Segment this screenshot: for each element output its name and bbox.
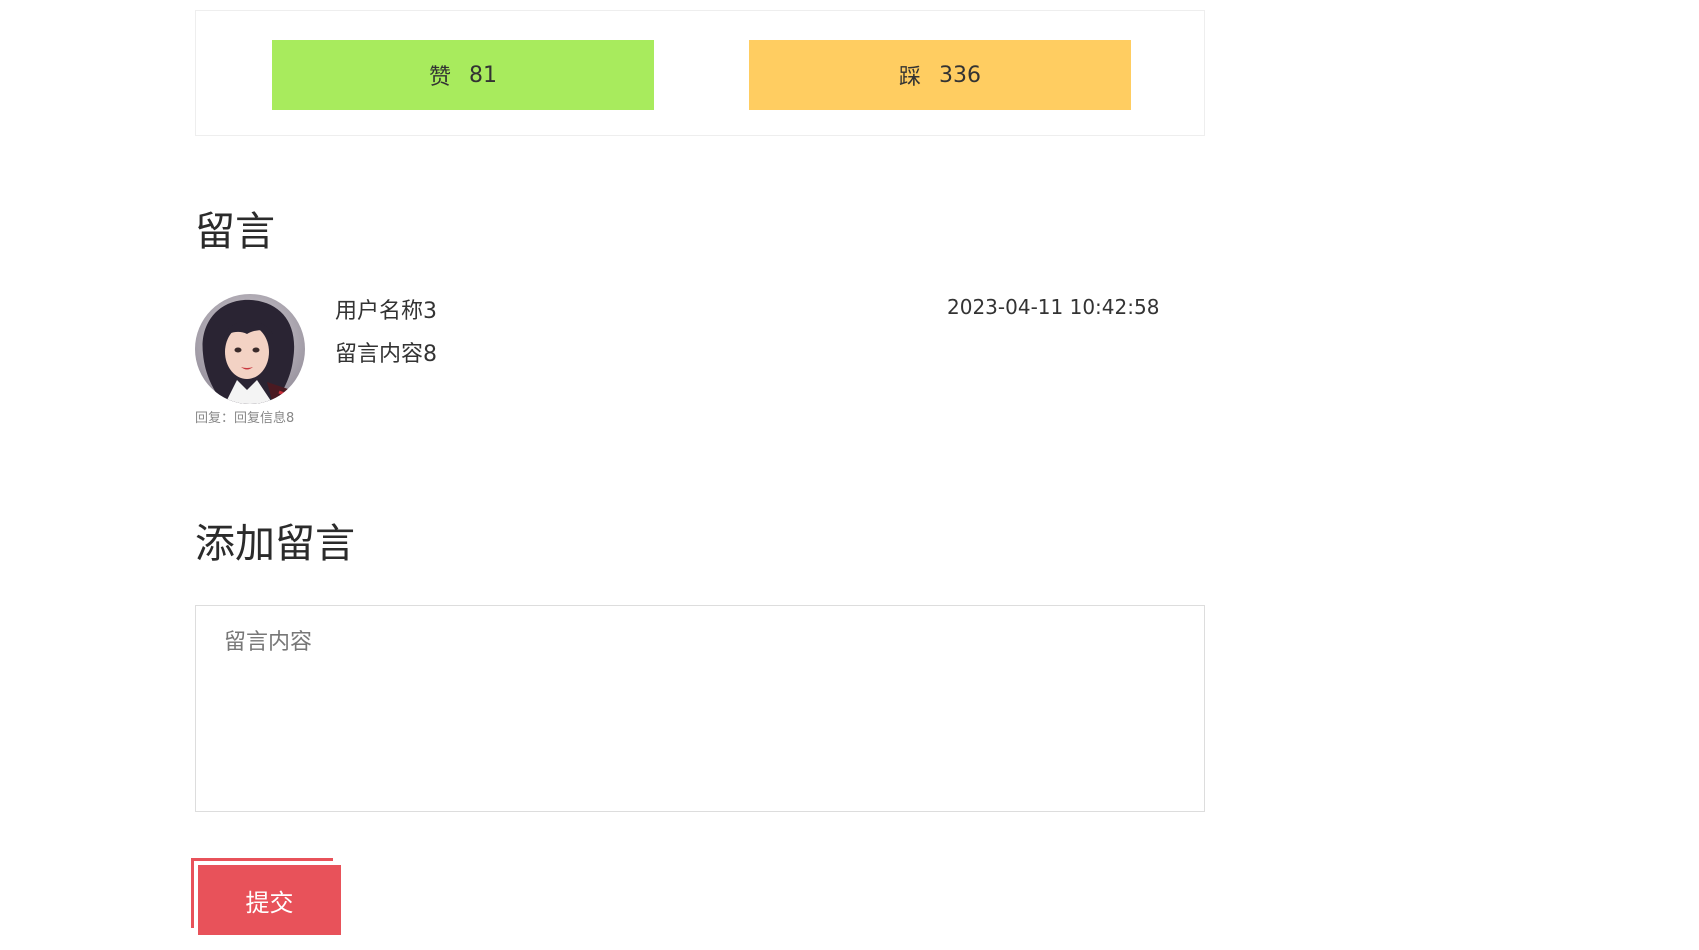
like-label: 赞 [428,65,451,90]
submit-wrap: 提交 [191,858,341,936]
comments-title: 留言 [195,209,275,255]
dislike-count: 336 [939,62,981,88]
page: 赞 81 踩 336 留言 用户名称3 留言内容8 2023-04-11 10:… [0,0,1699,950]
comment-item: 用户名称3 留言内容8 2023-04-11 10:42:58 回复：回复信息8 [195,293,1205,426]
comment-textarea[interactable] [195,605,1205,812]
user-avatar [195,294,305,404]
comment-reply: 回复：回复信息8 [195,411,295,426]
comment-content: 留言内容8 [335,342,437,367]
submit-button[interactable]: 提交 [198,865,341,935]
comment-username: 用户名称3 [335,299,437,324]
dislike-button[interactable]: 踩 336 [749,40,1131,110]
dislike-label: 踩 [898,65,921,90]
like-count: 81 [469,62,497,88]
like-button[interactable]: 赞 81 [272,40,654,110]
avatar-photo-icon [195,294,305,404]
vote-panel: 赞 81 踩 336 [195,10,1205,136]
add-comment-title: 添加留言 [195,521,355,567]
comment-timestamp: 2023-04-11 10:42:58 [947,295,1160,319]
